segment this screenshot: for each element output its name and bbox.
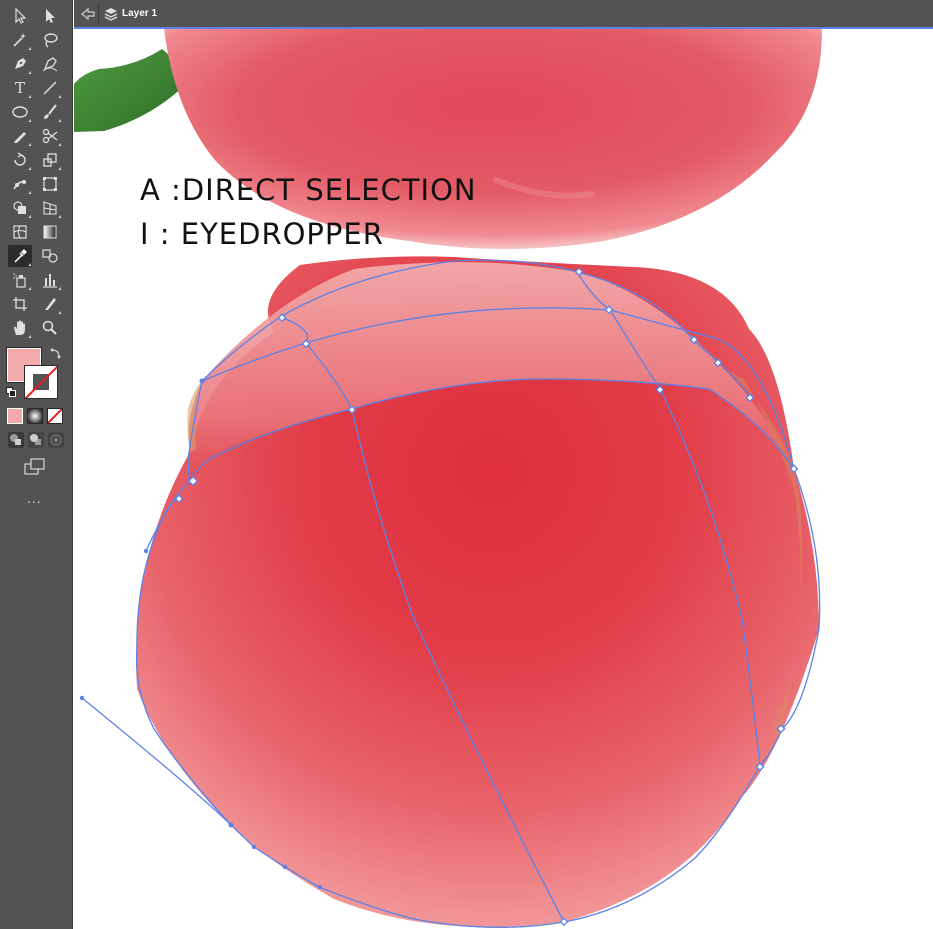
gradient-tool[interactable] — [38, 221, 62, 243]
slice-tool[interactable] — [38, 293, 62, 315]
pencil-icon — [14, 132, 26, 143]
paintbrush-icon — [44, 104, 57, 119]
pen-nib-icon — [15, 58, 26, 69]
selection-arrow-icon — [15, 7, 27, 24]
scissors-icon — [42, 128, 58, 144]
shortcut-line: A :DIRECT SELECTION — [140, 173, 477, 207]
gradient-icon — [43, 225, 57, 239]
selection-tool[interactable] — [8, 5, 32, 27]
ellipse-icon — [12, 106, 28, 118]
draw-behind-button[interactable] — [28, 432, 44, 448]
pencil-tool[interactable] — [8, 125, 32, 147]
curvature-tool[interactable] — [38, 53, 62, 75]
rotate-tool[interactable] — [8, 149, 32, 171]
tools-panel: T ... — [0, 0, 73, 929]
none-mode-button[interactable] — [47, 408, 63, 424]
back-arrow-icon[interactable] — [80, 7, 96, 21]
layer-name[interactable]: Layer 1 — [122, 8, 157, 19]
scale-icon — [43, 153, 57, 167]
shortcut-line: I : EYEDROPPER — [140, 217, 384, 251]
symbol-sprayer-tool[interactable] — [8, 269, 32, 291]
hand-icon — [14, 320, 25, 335]
column-graph-icon — [43, 274, 57, 288]
default-fill-stroke-icon[interactable] — [6, 387, 16, 397]
paintbrush-tool[interactable] — [38, 101, 62, 123]
mesh-icon — [13, 225, 27, 239]
rotate-icon — [14, 152, 26, 166]
lasso-tool[interactable] — [38, 29, 62, 51]
none-slash-icon — [48, 409, 62, 423]
stroke-color-swatch[interactable] — [24, 365, 58, 399]
shape-builder-icon — [13, 201, 26, 214]
artwork — [74, 29, 822, 928]
ellipse-tool[interactable] — [8, 101, 32, 123]
puppet-warp-icon — [13, 180, 27, 190]
direct-selection-arrow-icon — [46, 9, 55, 23]
free-transform-tool[interactable] — [38, 173, 62, 195]
mesh-object — [79, 256, 821, 928]
symbol-sprayer-icon — [13, 273, 26, 288]
magnifier-icon — [42, 320, 57, 335]
mesh-tool[interactable] — [8, 221, 32, 243]
line-segment-tool[interactable] — [38, 77, 62, 99]
draw-normal-button[interactable] — [8, 432, 24, 448]
layers-icon — [104, 8, 118, 21]
puppet-warp-tool[interactable] — [8, 173, 32, 195]
zoom-tool[interactable] — [38, 317, 62, 339]
lasso-icon — [44, 33, 58, 48]
artboard-tool[interactable] — [8, 293, 32, 315]
scissors-tool[interactable] — [38, 125, 62, 147]
hand-tool[interactable] — [8, 317, 32, 339]
draw-inside-button[interactable] — [48, 432, 64, 448]
shape-builder-tool[interactable] — [8, 197, 32, 219]
type-icon: T — [14, 78, 25, 97]
gradient-mode-button[interactable] — [27, 408, 43, 424]
eyedropper-icon — [14, 249, 27, 263]
column-graph-tool[interactable] — [38, 269, 62, 291]
layer-bar: Layer 1 — [74, 0, 933, 29]
pen-tool[interactable] — [8, 53, 32, 75]
artboard-canvas[interactable]: A :DIRECT SELECTION I : EYEDROPPER — [74, 29, 933, 929]
direct-selection-tool[interactable] — [38, 5, 62, 27]
color-mode-button[interactable] — [7, 408, 23, 424]
magic-wand-icon — [13, 33, 26, 47]
artboard-icon — [13, 297, 27, 311]
type-tool[interactable]: T — [8, 77, 32, 99]
perspective-grid-icon — [43, 201, 57, 215]
free-transform-icon — [43, 177, 57, 191]
edit-toolbar-button[interactable]: ... — [27, 490, 42, 506]
blend-icon — [42, 249, 58, 263]
swap-fill-stroke-icon[interactable] — [50, 347, 62, 362]
eyedropper-tool[interactable] — [8, 245, 32, 267]
blend-tool[interactable] — [38, 245, 62, 267]
slice-knife-icon — [45, 298, 56, 310]
perspective-grid-tool[interactable] — [38, 197, 62, 219]
magic-wand-tool[interactable] — [8, 29, 32, 51]
line-segment-icon — [43, 81, 57, 95]
separator — [98, 4, 99, 24]
reference-apple-photo — [164, 29, 822, 249]
leaf — [74, 49, 186, 132]
curvature-pen-icon — [42, 57, 58, 72]
scale-tool[interactable] — [38, 149, 62, 171]
none-slash-icon — [25, 366, 57, 398]
screen-mode-icon[interactable] — [24, 458, 46, 476]
